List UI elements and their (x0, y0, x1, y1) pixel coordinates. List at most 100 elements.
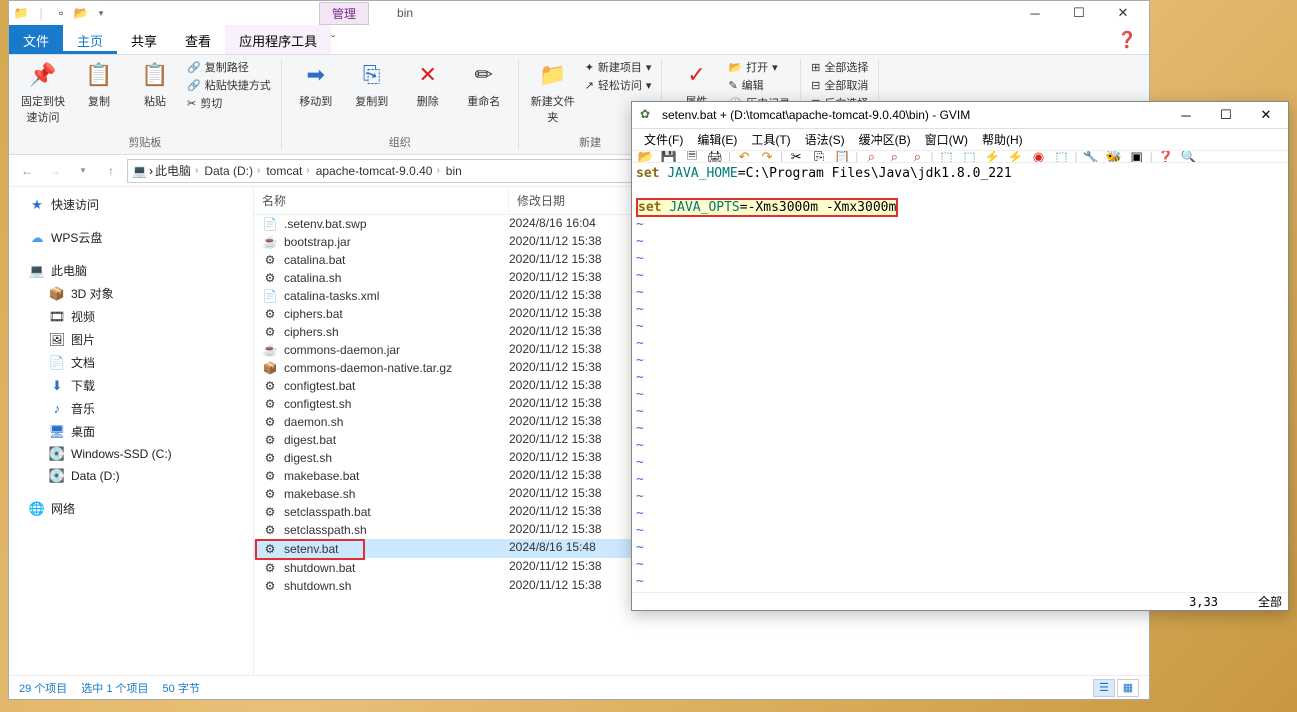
crumb[interactable]: 此电脑› (155, 162, 202, 179)
tilde: ~ (636, 250, 1284, 267)
nav-dl[interactable]: ⬇下载 (9, 374, 253, 397)
cut-button[interactable]: ✂剪切 (187, 95, 271, 111)
nav-desktop[interactable]: 🖥桌面 (9, 420, 253, 443)
menu-window[interactable]: 窗口(W) (919, 129, 974, 150)
menu-tools[interactable]: 工具(T) (745, 129, 796, 150)
selectnone-button[interactable]: ⊟全部取消 (811, 77, 868, 93)
delete-button[interactable]: ✕删除 (404, 59, 452, 109)
qat-dropdown-icon[interactable]: ▾ (93, 5, 109, 21)
script-icon[interactable]: ⚡ (983, 150, 1003, 163)
menu-edit[interactable]: 编辑(E) (691, 129, 743, 150)
file-name: commons-daemon-native.tar.gz (284, 361, 452, 375)
newitem-button[interactable]: ✦新建项目 ▾ (585, 59, 652, 75)
tilde: ~ (636, 233, 1284, 250)
nav-pc[interactable]: 💻此电脑 (9, 259, 253, 282)
print-icon[interactable]: 🖨 (705, 150, 725, 163)
recent-button[interactable]: ▾ (71, 159, 95, 183)
crumb[interactable]: apache-tomcat-9.0.40› (316, 164, 444, 178)
session-icon[interactable]: ⬚ (937, 150, 957, 163)
save-icon[interactable]: 💾 (659, 150, 679, 163)
tab-view[interactable]: 查看 (171, 25, 225, 54)
tab-home[interactable]: 主页 (63, 25, 117, 54)
help-icon[interactable]: ❓ (1117, 25, 1137, 54)
diff-icon[interactable]: ▣ (1127, 150, 1147, 163)
minimize-button[interactable]: ─ (1013, 1, 1057, 25)
copyto-button[interactable]: ⎘复制到 (348, 59, 396, 109)
crumb[interactable]: tomcat› (266, 164, 313, 178)
nav-net[interactable]: 🌐网络 (9, 497, 253, 520)
tagjump-icon[interactable]: 🔧 (1081, 150, 1101, 163)
qat-folder-icon[interactable]: 📂 (73, 5, 89, 21)
nav-wps[interactable]: ☁WPS云盘 (9, 226, 253, 249)
findprev-icon[interactable]: ⌕ (907, 150, 927, 163)
redo-icon[interactable]: ↷ (757, 150, 777, 163)
paste-button[interactable]: 📋粘贴 (131, 59, 179, 109)
make-icon[interactable]: ⚡ (1006, 150, 1026, 163)
back-button[interactable]: ← (15, 159, 39, 183)
icons-view-button[interactable]: ▦ (1117, 679, 1139, 697)
bee-icon[interactable]: 🐝 (1104, 150, 1124, 163)
nav-c[interactable]: 💽Windows-SSD (C:) (9, 443, 253, 465)
gvim-maximize-button[interactable]: ☐ (1206, 102, 1246, 128)
nav-pic[interactable]: 🖼图片 (9, 328, 253, 351)
saveall-icon[interactable]: 🗎 (682, 150, 702, 163)
copy-icon[interactable]: ⎘ (809, 150, 829, 163)
edit-button[interactable]: ✎编辑 (728, 77, 790, 93)
close-button[interactable]: ✕ (1101, 1, 1145, 25)
nav-3d[interactable]: 📦3D 对象 (9, 282, 253, 305)
findnext-icon[interactable]: ⌕ (884, 150, 904, 163)
selectall-button[interactable]: ⊞全部选择 (811, 59, 868, 75)
search-icon[interactable]: 🔍 (1179, 150, 1199, 163)
easyaccess-button[interactable]: ↗轻松访问 ▾ (585, 77, 652, 93)
nav-music[interactable]: ♪音乐 (9, 397, 253, 420)
file-icon: ⚙ (262, 414, 278, 430)
menu-file[interactable]: 文件(F) (638, 129, 689, 150)
gvim-minimize-button[interactable]: ─ (1166, 102, 1206, 128)
open-icon[interactable]: 📂 (636, 150, 656, 163)
crumb[interactable]: bin (446, 164, 462, 178)
ribbon-collapse-icon[interactable]: ˇ (331, 25, 335, 54)
col-date[interactable]: 修改日期 (509, 187, 644, 214)
newfolder-button[interactable]: 📁新建文件夹 (529, 59, 577, 125)
loadsess-icon[interactable]: ⬚ (960, 150, 980, 163)
pasteshort-button[interactable]: 🔗粘贴快捷方式 (187, 77, 271, 93)
nav-d[interactable]: 💽Data (D:) (9, 465, 253, 487)
up-button[interactable]: ↑ (99, 159, 123, 183)
open-button[interactable]: 📂打开 ▾ (728, 59, 790, 75)
details-view-button[interactable]: ☰ (1093, 679, 1115, 697)
help2-icon[interactable]: ❓ (1156, 150, 1176, 163)
file-icon: ⚙ (262, 432, 278, 448)
nav-quick[interactable]: ★快速访问 (9, 193, 253, 216)
forward-button[interactable]: → (43, 159, 67, 183)
file-date: 2020/11/12 15:38 (509, 468, 644, 484)
rename-button[interactable]: ✏重命名 (460, 59, 508, 109)
copy-button[interactable]: 📋复制 (75, 59, 123, 109)
paste-icon[interactable]: 📋 (832, 150, 852, 163)
tilde: ~ (636, 386, 1284, 403)
menu-syntax[interactable]: 语法(S) (799, 129, 851, 150)
shell-icon[interactable]: ◉ (1029, 150, 1049, 163)
undo-icon[interactable]: ↶ (734, 150, 754, 163)
col-name[interactable]: 名称 (254, 187, 509, 214)
pin-button[interactable]: 📌固定到快速访问 (19, 59, 67, 125)
crumb[interactable]: Data (D:)› (204, 164, 264, 178)
qat-props-icon[interactable]: ▫ (53, 5, 69, 21)
replace-icon[interactable]: ⌕ (861, 150, 881, 163)
gvim-close-button[interactable]: ✕ (1246, 102, 1286, 128)
nav-video[interactable]: 🎞视频 (9, 305, 253, 328)
tab-apptools[interactable]: 应用程序工具 (225, 25, 331, 54)
tab-share[interactable]: 共享 (117, 25, 171, 54)
moveto-button[interactable]: ➡移动到 (292, 59, 340, 109)
copypath-button[interactable]: 🔗复制路径 (187, 59, 271, 75)
menu-help[interactable]: 帮助(H) (976, 129, 1029, 150)
menu-buffers[interactable]: 缓冲区(B) (853, 129, 917, 150)
file-tab[interactable]: 文件 (9, 25, 63, 54)
context-tab[interactable]: 管理 (319, 2, 369, 25)
cut-icon[interactable]: ✂ (786, 150, 806, 163)
maximize-button[interactable]: ☐ (1057, 1, 1101, 25)
nav-doc[interactable]: 📄文档 (9, 351, 253, 374)
file-name: digest.sh (284, 451, 332, 465)
ctags-icon[interactable]: ⬚ (1052, 150, 1072, 163)
copy-icon: 📋 (83, 59, 115, 91)
gvim-editor[interactable]: set JAVA_HOME=C:\Program Files\Java\jdk1… (632, 163, 1288, 592)
